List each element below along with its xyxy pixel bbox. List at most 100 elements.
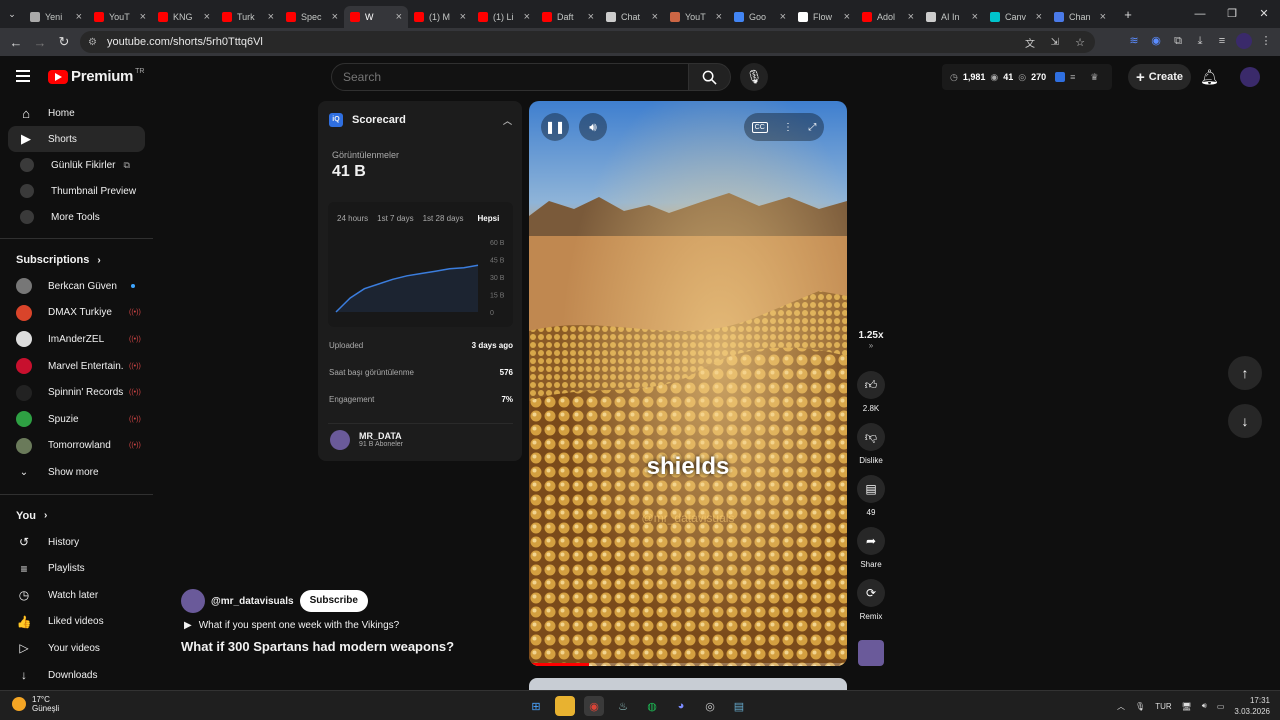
tab-close-icon[interactable]: × <box>204 11 210 23</box>
browser-tab[interactable]: Daft × <box>536 6 600 28</box>
subscription-item[interactable]: Marvel Entertain... ((•)) <box>0 353 153 380</box>
tab-close-icon[interactable]: × <box>140 11 146 23</box>
range-tab[interactable]: 24 hours <box>337 214 368 223</box>
browser-tab[interactable]: Goo × <box>728 6 792 28</box>
tray-chevron-icon[interactable]: ︿ <box>1117 701 1125 712</box>
app-icon[interactable]: ◎ <box>700 696 720 716</box>
tab-close-icon[interactable]: × <box>332 11 338 23</box>
tab-close-icon[interactable]: × <box>972 11 978 23</box>
browser-menu-icon[interactable]: ⋮ <box>1258 33 1274 49</box>
trophy-icon[interactable]: ♛ <box>1090 72 1098 83</box>
forward-button[interactable]: → <box>28 35 52 50</box>
menu-hamburger-icon[interactable] <box>16 70 30 82</box>
browser-tab[interactable]: W × <box>344 6 408 28</box>
sidebar-item-liked-videos[interactable]: 👍 Liked videos <box>0 609 153 636</box>
tab-close-icon[interactable]: × <box>844 11 850 23</box>
sidebar-item-history[interactable]: ↺ History <box>0 529 153 556</box>
minimize-button[interactable]: — <box>1184 0 1216 28</box>
file-explorer-icon[interactable] <box>555 696 575 716</box>
subscription-item[interactable]: Spinnin' Records ((•)) <box>0 379 153 406</box>
next-short-preview[interactable] <box>529 678 847 690</box>
scorecard-channel[interactable]: MR_DATA 91 B Aboneler <box>328 423 513 455</box>
tab-close-icon[interactable]: × <box>524 11 530 23</box>
notifications-bell-icon[interactable]: 🔔︎ <box>1200 68 1219 86</box>
tab-close-icon[interactable]: × <box>268 11 274 23</box>
tab-list-button[interactable]: ⌄ <box>0 9 24 20</box>
downloads-icon[interactable]: ⤓ <box>1192 33 1208 49</box>
subscription-item[interactable]: Berkcan Güven <box>0 273 153 300</box>
pause-button[interactable]: ❚❚ <box>541 113 569 141</box>
sidebar-item-shorts[interactable]: ▶ Shorts <box>8 126 145 152</box>
sidebar-item-your-videos[interactable]: ▷ Your videos <box>0 635 153 662</box>
translate-icon[interactable]: 文 <box>1025 35 1035 50</box>
tab-close-icon[interactable]: × <box>716 11 722 23</box>
extension-wave-icon[interactable]: ≋ <box>1126 33 1142 49</box>
browser-tab[interactable]: Canv × <box>984 6 1048 28</box>
share-button[interactable]: ➦ Share <box>855 527 887 569</box>
network-icon[interactable]: 🖥︎ <box>1182 702 1192 711</box>
video-progress-bar[interactable] <box>529 663 847 666</box>
tab-close-icon[interactable]: × <box>588 11 594 23</box>
browser-tab[interactable]: (1) M × <box>408 6 472 28</box>
browser-tab[interactable]: Chat × <box>600 6 664 28</box>
speaker-icon[interactable]: 🔊︎ <box>1202 701 1207 711</box>
browser-tab[interactable]: Adol × <box>856 6 920 28</box>
you-heading[interactable]: You › <box>0 503 153 529</box>
search-button[interactable] <box>688 63 731 91</box>
spotify-icon[interactable]: ◍ <box>642 696 662 716</box>
install-icon[interactable]: ⇲ <box>1051 37 1059 48</box>
close-window-button[interactable]: ✕ <box>1248 0 1280 28</box>
playback-speed-control[interactable]: 1.25x » <box>855 330 887 350</box>
tab-close-icon[interactable]: × <box>908 11 914 23</box>
tab-close-icon[interactable]: × <box>1100 11 1106 23</box>
sidebar-item-playlists[interactable]: ≡ Playlists <box>0 555 153 582</box>
bookmark-star-icon[interactable]: ☆ <box>1075 36 1085 49</box>
voice-search-button[interactable]: 🎙 <box>740 63 768 91</box>
dislike-button[interactable]: 👎︎ Dislike <box>855 423 887 465</box>
tab-close-icon[interactable]: × <box>780 11 786 23</box>
sidebar-tool-item[interactable]: Thumbnail Preview <box>8 178 145 204</box>
browser-tab[interactable]: Spec × <box>280 6 344 28</box>
range-tab[interactable]: 1st 7 days <box>377 214 413 223</box>
reload-button[interactable]: ↻ <box>52 34 76 50</box>
clock[interactable]: 17:31 3.03.2026 <box>1234 695 1270 717</box>
sound-source-avatar[interactable] <box>858 640 884 666</box>
new-tab-button[interactable]: + <box>1116 7 1140 22</box>
shorts-video-player[interactable]: ❚❚ 🔊︎ CC ⋮ ⤢ shields @mr_datavisuals <box>529 101 847 666</box>
fullscreen-icon[interactable]: ⤢ <box>808 122 816 133</box>
list-icon[interactable]: ≡ <box>1070 72 1075 82</box>
range-tab[interactable]: Hepsi <box>478 214 500 223</box>
discord-icon[interactable]: ◕ <box>671 696 691 716</box>
subscribe-button[interactable]: Subscribe <box>299 590 368 612</box>
show-more-button[interactable]: ⌄ Show more <box>0 459 153 486</box>
browser-tab[interactable]: AI In × <box>920 6 984 28</box>
chrome-icon[interactable]: ◉ <box>584 696 604 716</box>
back-button[interactable]: ← <box>4 35 28 50</box>
browser-tab[interactable]: Turk × <box>216 6 280 28</box>
browser-tab[interactable]: (1) Li × <box>472 6 536 28</box>
vidiq-stats-bar[interactable]: ◷ 1,981 ◉ 41 ◎ 270 ≡ ♛ <box>942 64 1112 90</box>
next-short-button[interactable]: ↓ <box>1228 404 1262 438</box>
previous-short-button[interactable]: ↑ <box>1228 356 1262 390</box>
browser-tab[interactable]: YouT × <box>664 6 728 28</box>
sidebar-item-watch-later[interactable]: ◷ Watch later <box>0 582 153 609</box>
subscription-item[interactable]: Tomorrowland ((•)) <box>0 433 153 460</box>
remix-button[interactable]: ⟳ Remix <box>855 579 887 621</box>
tab-close-icon[interactable]: × <box>76 11 82 23</box>
maximize-button[interactable]: ❐ <box>1216 0 1248 28</box>
search-input[interactable] <box>331 63 689 91</box>
channel-handle[interactable]: @mr_datavisuals <box>211 596 294 607</box>
vidiq-badge-icon[interactable] <box>1055 72 1066 82</box>
range-tab[interactable]: 1st 28 days <box>423 214 464 223</box>
sidebar-item-home[interactable]: ⌂ Home <box>8 100 145 126</box>
tab-close-icon[interactable]: × <box>460 11 466 23</box>
notepad-icon[interactable]: ▤ <box>729 696 749 716</box>
playlist-link[interactable]: ▶ What if you spent one week with the Vi… <box>181 620 521 631</box>
subscription-item[interactable]: Spuzie ((•)) <box>0 406 153 433</box>
tab-close-icon[interactable]: × <box>1036 11 1042 23</box>
tab-close-icon[interactable]: × <box>396 11 402 23</box>
subscription-item[interactable]: ImAnderZEL ((•)) <box>0 326 153 353</box>
windows-start-icon[interactable]: ⊞ <box>526 696 546 716</box>
media-controls-icon[interactable]: ≡ <box>1214 33 1230 49</box>
tab-close-icon[interactable]: × <box>652 11 658 23</box>
